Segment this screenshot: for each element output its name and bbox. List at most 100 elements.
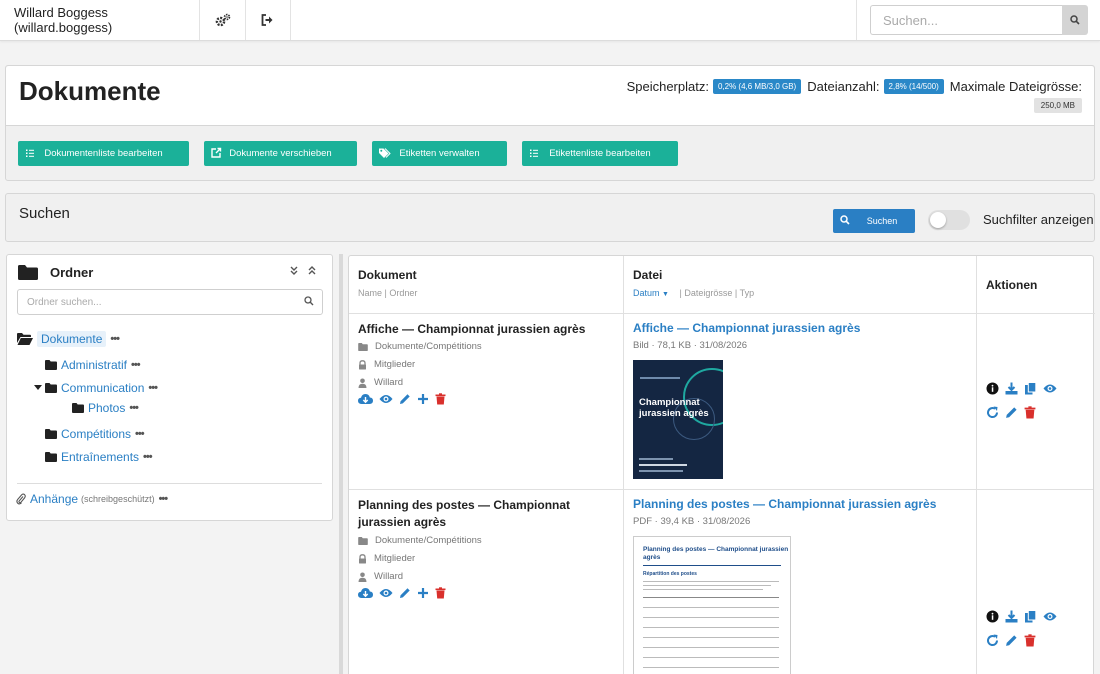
folder-panel: Ordner Dokumente ••• Administratif ••• C…: [6, 254, 333, 521]
file-preview-image[interactable]: Championnat jurassien agrès: [633, 360, 723, 479]
file-link[interactable]: Affiche — Championnat jurassien agrès: [633, 321, 860, 335]
row-actions-top: [986, 382, 1057, 395]
caret-down-icon[interactable]: [34, 385, 42, 391]
more-icon[interactable]: •••: [131, 359, 141, 371]
refresh-icon[interactable]: [986, 406, 999, 419]
document-quick-actions: [358, 393, 446, 405]
folder-administratif[interactable]: Administratif •••: [45, 358, 141, 372]
sort-folder-link[interactable]: Ordner: [389, 288, 417, 298]
sort-date-link[interactable]: Datum: [633, 288, 660, 298]
column-document-sort: Name | Ordner: [358, 288, 417, 298]
folder-competitions[interactable]: Compétitions •••: [45, 427, 145, 441]
folder-label: Compétitions: [61, 427, 132, 441]
refresh-icon[interactable]: [986, 634, 999, 647]
move-documents-button[interactable]: Dokumente verschieben: [204, 141, 357, 166]
edit-tag-list-button[interactable]: Etikettenliste bearbeiten: [522, 141, 678, 166]
cloud-download-icon[interactable]: [358, 587, 373, 599]
more-icon[interactable]: •••: [135, 428, 145, 440]
more-icon[interactable]: •••: [110, 333, 120, 345]
column-file-title: Datei: [633, 268, 663, 282]
manage-tags-label: Etiketten verwalten: [399, 148, 480, 159]
trash-icon[interactable]: [435, 393, 446, 405]
maxsize-label: Maximale Dateigrösse:: [949, 79, 1082, 94]
global-search-button[interactable]: [1062, 5, 1088, 35]
pencil-icon[interactable]: [1005, 406, 1018, 419]
search-icon: [840, 215, 850, 225]
table-row: Planning des postes — Championnat jurass…: [349, 490, 1093, 674]
sort-name-link[interactable]: Name: [358, 288, 382, 298]
eye-icon[interactable]: [1043, 610, 1057, 623]
copy-icon[interactable]: [1024, 610, 1037, 623]
trash-icon[interactable]: [1024, 634, 1036, 647]
list-icon: [26, 149, 34, 157]
download-icon[interactable]: [1005, 610, 1018, 623]
folder-communication[interactable]: Communication •••: [34, 381, 158, 395]
user-name[interactable]: Willard Boggess (willard.boggess): [0, 0, 200, 40]
poster-decoration: [639, 470, 683, 472]
top-bar: Willard Boggess (willard.boggess): [0, 0, 1100, 41]
file-link[interactable]: Planning des postes — Championnat jurass…: [633, 497, 936, 511]
expand-all-icon[interactable]: [290, 266, 298, 276]
search-button[interactable]: Suchen: [833, 209, 915, 233]
pdf-table-row: [643, 647, 779, 648]
sort-type-link[interactable]: Typ: [740, 288, 755, 298]
logout-button[interactable]: [245, 0, 291, 40]
info-icon[interactable]: [986, 610, 999, 623]
settings-button[interactable]: [200, 0, 246, 40]
pencil-icon[interactable]: [399, 587, 411, 599]
eye-icon[interactable]: [379, 393, 393, 405]
pdf-preview-title: Planning des postes — Championnat jurass…: [643, 546, 789, 561]
file-preview-pdf[interactable]: Planning des postes — Championnat jurass…: [633, 536, 791, 674]
folder-open-icon: [17, 333, 33, 345]
sort-size-link[interactable]: Dateigrösse: [684, 288, 732, 298]
document-title[interactable]: Affiche — Championnat jurassien agrès: [358, 321, 613, 338]
lock-icon: [359, 359, 366, 369]
document-owner-text: Willard: [374, 571, 404, 582]
collapse-all-icon[interactable]: [308, 266, 316, 276]
manage-tags-button[interactable]: Etiketten verwalten: [372, 141, 507, 166]
info-icon[interactable]: [986, 382, 999, 395]
folder-label: Photos: [88, 401, 126, 415]
sort-desc-icon[interactable]: ▼: [662, 291, 669, 298]
cloud-download-icon[interactable]: [358, 393, 373, 405]
eye-icon[interactable]: [1043, 382, 1057, 395]
poster-title: Championnat jurassien agrès: [639, 397, 709, 419]
eye-icon[interactable]: [379, 587, 393, 599]
folder-icon: [45, 429, 57, 439]
pdf-table-header: [643, 597, 779, 598]
folder-root-dokumente[interactable]: Dokumente •••: [17, 331, 120, 347]
more-icon[interactable]: •••: [129, 402, 139, 414]
folder-photos[interactable]: Photos •••: [72, 401, 139, 415]
plus-icon[interactable]: [417, 587, 429, 599]
more-icon[interactable]: •••: [148, 382, 158, 394]
plus-icon[interactable]: [417, 393, 429, 405]
column-actions-title: Aktionen: [986, 278, 1038, 292]
download-icon[interactable]: [1005, 382, 1018, 395]
row-actions-bottom: [986, 634, 1036, 647]
poster-decoration: [639, 458, 673, 460]
global-search-input[interactable]: [870, 5, 1062, 35]
more-icon[interactable]: •••: [159, 493, 169, 505]
file-meta: PDF · 39,4 KB · 31/08/2026: [633, 516, 751, 527]
search-filter-toggle[interactable]: [928, 210, 970, 230]
document-group: Mitglieder: [358, 553, 415, 564]
pencil-icon[interactable]: [399, 393, 411, 405]
folder-search-input[interactable]: [17, 289, 323, 315]
document-group: Mitglieder: [358, 359, 415, 370]
search-filter-label: Suchfilter anzeigen: [983, 212, 1094, 227]
pencil-icon[interactable]: [1005, 634, 1018, 647]
more-icon[interactable]: •••: [143, 451, 153, 463]
panel-resizer[interactable]: [339, 254, 343, 674]
document-title[interactable]: Planning des postes — Championnat jurass…: [358, 497, 613, 531]
folder-entrainements[interactable]: Entraînements •••: [45, 450, 153, 464]
edit-document-list-button[interactable]: Dokumentenliste bearbeiten: [18, 141, 189, 166]
trash-icon[interactable]: [1024, 406, 1036, 419]
column-file-sort: Datum ▼ | Dateigrösse | Typ: [633, 288, 754, 298]
column-file-header: Datei Datum ▼ | Dateigrösse | Typ: [624, 256, 977, 314]
trash-icon[interactable]: [435, 587, 446, 599]
copy-icon[interactable]: [1024, 382, 1037, 395]
attachments-folder[interactable]: Anhänge (schreibgeschützt) •••: [16, 492, 169, 506]
tags-icon: [379, 148, 391, 158]
folder-panel-header: Ordner: [18, 265, 93, 280]
separator: |: [384, 288, 387, 298]
